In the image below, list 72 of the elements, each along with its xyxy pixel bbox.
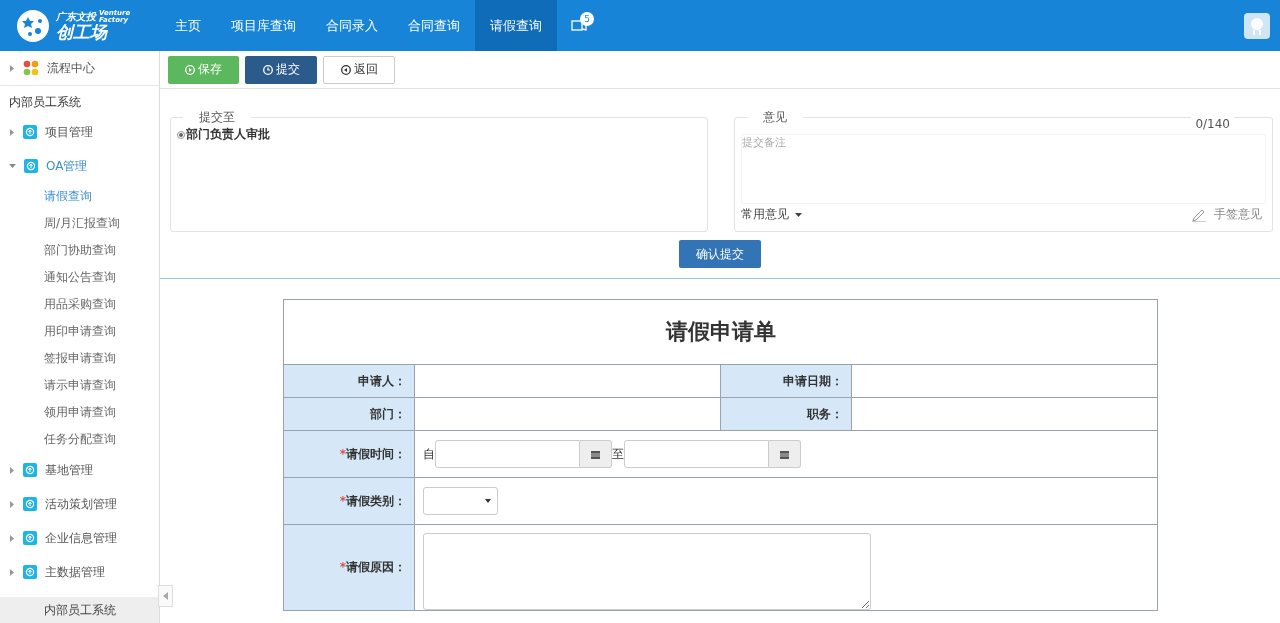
submenu-item[interactable]: 领用申请查询 — [0, 399, 159, 426]
clock-icon — [262, 64, 273, 75]
menu-group[interactable]: 项目管理 — [45, 123, 93, 141]
caret-icon[interactable] — [795, 212, 802, 217]
range-label: 至 — [612, 445, 624, 463]
collapse-icon[interactable] — [163, 592, 168, 600]
field-label: *请假时间： — [339, 446, 406, 461]
field-label: *请假类别： — [339, 493, 406, 508]
module-icon — [24, 159, 38, 173]
calendar-button[interactable] — [769, 440, 801, 468]
panel-legend: 意见 — [747, 109, 803, 126]
nav-tab[interactable]: 合同录入 — [311, 0, 393, 51]
notification-badge: 5 — [580, 12, 594, 26]
field-label: 申请人： — [358, 373, 406, 388]
opinion-field[interactable]: 提交备注 — [741, 134, 1266, 204]
field-label: 申请日期： — [783, 373, 843, 388]
logo-title: 创工场 — [56, 24, 108, 41]
user-avatar-icon[interactable] — [1244, 12, 1270, 39]
submenu-item[interactable]: 请假查询 — [0, 183, 159, 210]
reason-field[interactable] — [423, 533, 871, 610]
calendar-icon[interactable] — [590, 448, 601, 460]
submenu-item[interactable]: 任务分配查询 — [0, 426, 159, 453]
logo-emblem-icon — [16, 8, 50, 43]
menu-group[interactable]: 基地管理 — [45, 461, 93, 479]
nav-tab[interactable]: 请假查询 — [475, 0, 557, 51]
nav-tab[interactable]: 主页 — [160, 0, 216, 51]
range-label: 自 — [423, 445, 435, 463]
pen-icon — [1192, 207, 1206, 222]
menu-group[interactable]: 活动策划管理 — [45, 495, 117, 513]
submenu-item[interactable]: 通知公告查询 — [0, 264, 159, 291]
calendar-button[interactable] — [580, 440, 612, 468]
nav-tab[interactable]: 项目库查询 — [216, 0, 311, 51]
message-icon[interactable] — [571, 19, 587, 32]
module-icon — [23, 531, 37, 545]
back-circle-icon — [340, 64, 351, 75]
menu-group[interactable]: 主数据管理 — [45, 563, 105, 581]
module-icon — [23, 565, 37, 579]
character-counter: 0/140 — [1191, 117, 1234, 131]
submenu-item[interactable]: 请示申请查询 — [0, 372, 159, 399]
signature-link[interactable]: 手签意见 — [1214, 206, 1262, 223]
module-icon — [23, 125, 37, 139]
process-icon — [23, 60, 39, 76]
submenu-item[interactable]: 用品采购查询 — [0, 291, 159, 318]
date-field[interactable] — [624, 440, 769, 468]
nav-tab[interactable]: 合同查询 — [393, 0, 475, 51]
panel-legend: 提交至 — [183, 109, 251, 126]
system-switcher[interactable]: 内部员工系统 — [0, 597, 159, 623]
date-field[interactable] — [435, 440, 580, 468]
module-icon — [23, 497, 37, 511]
caret-icon — [485, 499, 491, 503]
submit-button[interactable]: 提交 — [245, 55, 317, 84]
category-select[interactable] — [423, 487, 498, 515]
section-title: 内部员工系统 — [8, 94, 82, 111]
field-label: 职务： — [807, 406, 843, 421]
field-label: *请假原因： — [339, 560, 406, 574]
play-circle-icon — [185, 64, 195, 75]
logo-subtitle: 广东文投 — [56, 12, 96, 22]
module-icon — [23, 463, 37, 477]
radio-label[interactable]: 部门负责人审批 — [186, 126, 270, 143]
submenu-item[interactable]: 周/月汇报查询 — [0, 210, 159, 237]
submenu-item[interactable]: 部门协助查询 — [0, 237, 159, 264]
confirm-submit-button[interactable]: 确认提交 — [679, 240, 761, 268]
common-opinions-dropdown[interactable]: 常用意见 — [741, 206, 789, 223]
field-label: 部门： — [370, 406, 406, 421]
submenu-item[interactable]: 用印申请查询 — [0, 318, 159, 345]
form-title: 请假申请单 — [665, 319, 776, 344]
back-button[interactable]: 返回 — [323, 55, 395, 84]
menu-item-label[interactable]: 流程中心 — [47, 59, 95, 77]
menu-group[interactable]: OA管理 — [46, 157, 88, 175]
submenu-item[interactable]: 签报申请查询 — [0, 345, 159, 372]
calendar-icon[interactable] — [779, 448, 790, 460]
menu-group[interactable]: 企业信息管理 — [45, 529, 117, 547]
